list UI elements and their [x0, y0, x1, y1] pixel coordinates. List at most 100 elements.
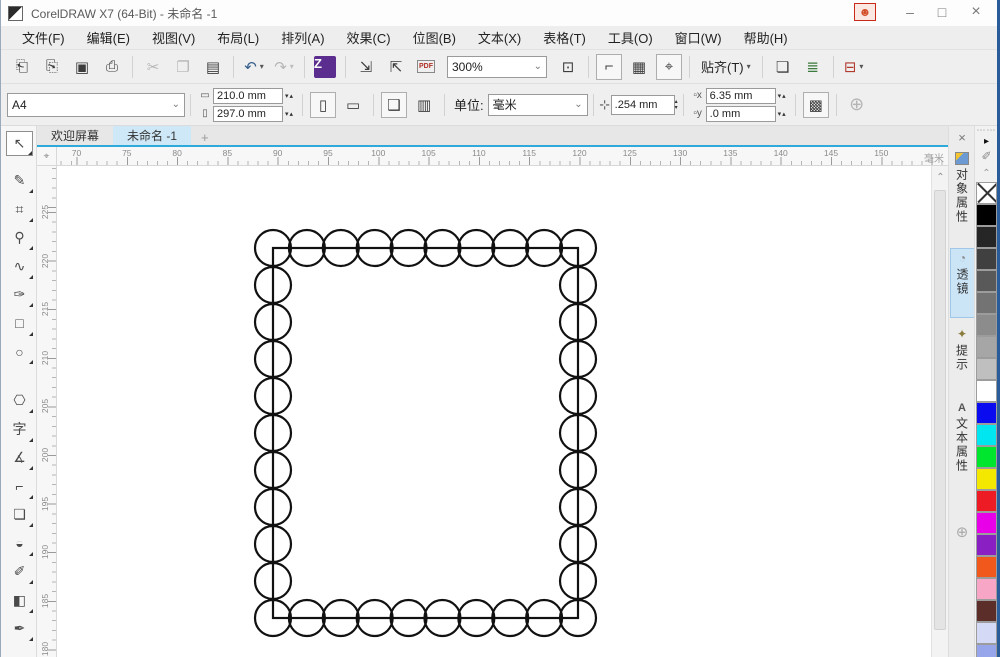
swatch-white[interactable]	[976, 380, 997, 402]
options-button[interactable]: ❏	[770, 54, 796, 80]
menu-item-视图[interactable]: 视图(V)	[141, 26, 206, 49]
palette-scroll-up-icon[interactable]: ⌃	[975, 168, 998, 179]
horizontal-ruler[interactable]: 7075808590951001051101151201251301351401…	[57, 147, 948, 166]
scrollbar-thumb[interactable]	[934, 190, 946, 630]
palette-eyedropper-icon[interactable]: ✐	[975, 149, 998, 163]
show-grid-button[interactable]: ▦	[626, 54, 652, 80]
palette-grip[interactable]: ⋯⋯	[975, 125, 998, 136]
welcome-screen-button[interactable]: ⊟▾	[841, 54, 867, 80]
swatch-magenta[interactable]	[976, 512, 997, 534]
swatch-lavender[interactable]	[976, 622, 997, 644]
menu-item-排列[interactable]: 排列(A)	[270, 26, 335, 49]
quick-customize-button[interactable]: ⊕	[952, 522, 972, 542]
swatch-black[interactable]	[976, 204, 997, 226]
swatch-90-percent-black[interactable]	[976, 226, 997, 248]
docker-tab-lens[interactable]: ◔透镜	[950, 248, 974, 318]
maximize-button[interactable]: □	[928, 0, 956, 24]
close-button[interactable]: ×	[962, 0, 990, 24]
print-button[interactable]: ⎙	[99, 54, 125, 80]
docker-tab-hints[interactable]: ✦提示	[950, 325, 974, 391]
duplicate-y-spinner[interactable]: ▾▴	[778, 110, 787, 118]
swatch-periwinkle[interactable]	[976, 644, 997, 657]
swatch-orange[interactable]	[976, 556, 997, 578]
docker-close-button[interactable]: ×	[953, 129, 971, 145]
show-rulers-button[interactable]: ⌐	[596, 54, 622, 80]
treat-as-filled-button[interactable]: ▩	[803, 92, 829, 118]
interactive-fill-tool[interactable]: ◧	[6, 588, 33, 613]
docker-tab-text-properties[interactable]: A文本属性	[950, 400, 974, 502]
duplicate-x-input[interactable]	[706, 88, 776, 104]
swatch-purple[interactable]	[976, 534, 997, 556]
crop-tool[interactable]: ⌗	[6, 197, 33, 222]
publish-to-pdf-button[interactable]: PDF	[413, 54, 439, 80]
circle-border-rectangle-drawing[interactable]	[57, 166, 931, 657]
duplicate-x-spinner[interactable]: ▾▴	[778, 92, 787, 100]
export-button[interactable]: ⇱	[383, 54, 409, 80]
paste-button[interactable]: ▤	[200, 54, 226, 80]
duplicate-y-input[interactable]	[706, 106, 776, 122]
swatch-50-percent-black[interactable]	[976, 314, 997, 336]
portrait-button[interactable]: ▯	[310, 92, 336, 118]
palette-flyout-icon[interactable]: ▸	[975, 136, 998, 147]
save-document-button[interactable]: ▣	[69, 54, 95, 80]
pick-tool[interactable]: ↖	[6, 131, 33, 156]
dimension-tool[interactable]: ∡	[6, 445, 33, 470]
swatch-pink[interactable]	[976, 578, 997, 600]
drawing-canvas[interactable]	[57, 166, 931, 657]
vertical-ruler[interactable]: 225220215210205200195190185180	[37, 166, 57, 657]
application-launcher-button[interactable]: ≣	[800, 54, 826, 80]
menu-item-文本[interactable]: 文本(X)	[467, 26, 532, 49]
swatch-green[interactable]	[976, 446, 997, 468]
open-document-button[interactable]: ⎘	[39, 54, 65, 80]
swatch-brown[interactable]	[976, 600, 997, 622]
outline-pen-tool[interactable]: ✒	[6, 616, 33, 641]
full-screen-preview-button[interactable]: ⊡	[555, 54, 581, 80]
current-page-button[interactable]: ▥	[411, 92, 437, 118]
page-height-spinner[interactable]: ▾▴	[285, 110, 294, 118]
nudge-spinner[interactable]: ▴▾	[675, 99, 678, 111]
menu-item-编辑[interactable]: 编辑(E)	[76, 26, 141, 49]
menu-item-文件[interactable]: 文件(F)	[11, 26, 76, 49]
zoom-levels-select[interactable]: 300%⌄	[447, 56, 547, 78]
menu-item-表格[interactable]: 表格(T)	[532, 26, 597, 49]
swatch-30-percent-black[interactable]	[976, 358, 997, 380]
welcome-screen-tab[interactable]: 欢迎屏幕	[37, 126, 113, 145]
snap-to-button[interactable]: 贴齐(T)▾	[695, 57, 757, 76]
menu-item-效果[interactable]: 效果(C)	[336, 26, 402, 49]
swatch-blue[interactable]	[976, 402, 997, 424]
search-content-button[interactable]: Z	[312, 54, 338, 80]
swatch-cyan[interactable]	[976, 424, 997, 446]
color-eyedropper-tool[interactable]: ✐	[6, 559, 33, 584]
drop-shadow-tool[interactable]: ❏	[6, 502, 33, 527]
nudge-distance-input[interactable]	[611, 95, 675, 115]
account-icon[interactable]: ☻	[854, 3, 876, 21]
menu-item-窗口[interactable]: 窗口(W)	[664, 26, 733, 49]
new-document-button[interactable]: ⎗	[9, 54, 35, 80]
new-page-tab-button[interactable]: +	[191, 130, 219, 145]
swatch-yellow[interactable]	[976, 468, 997, 490]
page-size-preset-select[interactable]: A4 ⌄	[7, 93, 185, 117]
vertical-scrollbar[interactable]: ⌃	[931, 166, 948, 657]
untitled-document-tab[interactable]: 未命名 -1	[113, 126, 191, 145]
transparency-tool[interactable]: ◒	[6, 531, 33, 556]
snap-indicator-button[interactable]: ⌖	[656, 54, 682, 80]
page-width-spinner[interactable]: ▾▴	[285, 92, 294, 100]
text-tool[interactable]: 字	[6, 417, 33, 442]
swatch-70-percent-black[interactable]	[976, 270, 997, 292]
page-height-input[interactable]	[213, 106, 283, 122]
polygon-tool[interactable]: ⎔	[6, 388, 33, 413]
swatch-60-percent-black[interactable]	[976, 292, 997, 314]
page-width-input[interactable]	[213, 88, 283, 104]
import-button[interactable]: ⇲	[353, 54, 379, 80]
docker-tab-object-properties[interactable]: 对象属性	[950, 150, 974, 248]
undo-button[interactable]: ↶▾	[241, 54, 267, 80]
minimize-button[interactable]: –	[896, 0, 924, 24]
swatch-80-percent-black[interactable]	[976, 248, 997, 270]
ellipse-tool[interactable]: ○	[6, 339, 33, 364]
units-select[interactable]: 毫米 ⌄	[488, 94, 588, 116]
connector-tool[interactable]: ⌐	[6, 474, 33, 499]
freehand-tool[interactable]: ∿	[6, 254, 33, 279]
zoom-tool[interactable]: ⚲	[6, 225, 33, 250]
menu-item-工具[interactable]: 工具(O)	[597, 26, 664, 49]
ruler-origin-button[interactable]: ⌖	[37, 147, 57, 166]
